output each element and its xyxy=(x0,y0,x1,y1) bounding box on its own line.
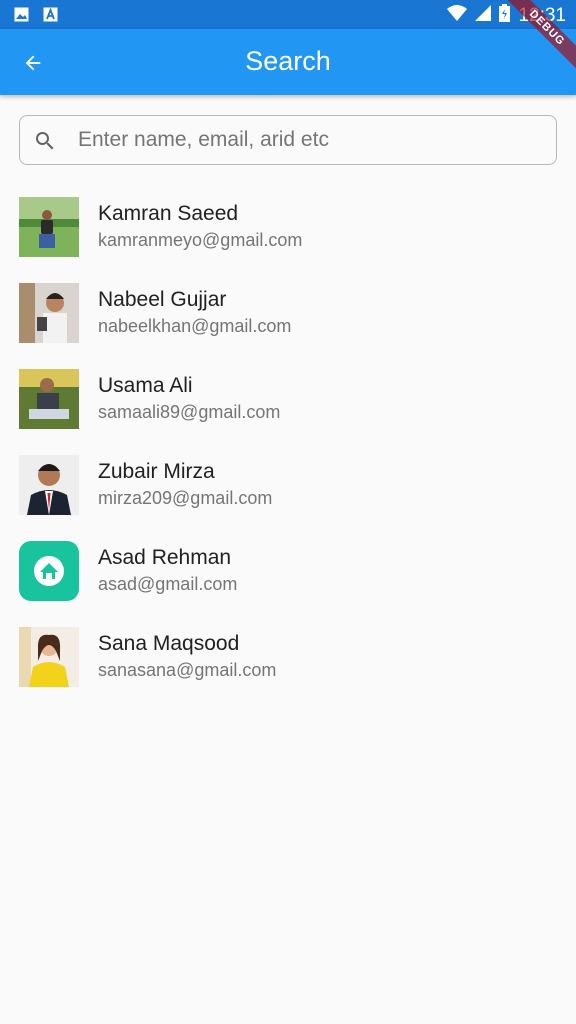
contact-list: Kamran Saeed kamranmeyo@gmail.com Nabeel… xyxy=(0,183,576,699)
list-item[interactable]: Sana Maqsood sanasana@gmail.com xyxy=(0,613,576,699)
avatar xyxy=(19,627,79,687)
contact-name: Usama Ali xyxy=(98,374,193,397)
battery-icon xyxy=(499,4,511,27)
list-item[interactable]: Nabeel Gujjar nabeelkhan@gmail.com xyxy=(0,269,576,355)
list-item[interactable]: Asad Rehman asad@gmail.com xyxy=(0,527,576,613)
contact-email: kamranmeyo@gmail.com xyxy=(98,230,303,250)
contact-email: mirza209@gmail.com xyxy=(98,488,273,508)
list-item[interactable]: Kamran Saeed kamranmeyo@gmail.com xyxy=(0,183,576,269)
text-icon xyxy=(43,7,58,27)
search-field[interactable] xyxy=(19,115,557,165)
contact-name: Nabeel Gujjar xyxy=(98,288,227,311)
page-title: Search xyxy=(245,46,331,76)
wifi-icon xyxy=(447,5,468,26)
avatar xyxy=(19,197,79,257)
list-item[interactable]: Zubair Mirza mirza209@gmail.com xyxy=(0,441,576,527)
contact-name: Sana Maqsood xyxy=(98,632,240,655)
status-time: 12:31 xyxy=(518,4,566,26)
avatar xyxy=(19,369,79,429)
contact-email: sanasana@gmail.com xyxy=(98,660,277,680)
signal-icon xyxy=(475,5,492,26)
app-logo xyxy=(19,541,79,601)
image-icon xyxy=(14,7,29,27)
contact-email: nabeelkhan@gmail.com xyxy=(98,316,292,336)
app-bar: Search xyxy=(0,29,576,95)
search-icon xyxy=(33,129,57,158)
avatar xyxy=(19,455,79,515)
search-input[interactable] xyxy=(78,124,538,156)
contact-name: Asad Rehman xyxy=(98,546,232,569)
avatar xyxy=(19,283,79,343)
list-item[interactable]: Usama Ali samaali89@gmail.com xyxy=(0,355,576,441)
home-icon xyxy=(19,541,79,601)
contact-email: samaali89@gmail.com xyxy=(98,402,281,422)
contact-name: Kamran Saeed xyxy=(98,202,239,225)
status-bar: 12:31 xyxy=(0,0,576,29)
contact-email: asad@gmail.com xyxy=(98,574,238,594)
contact-name: Zubair Mirza xyxy=(98,460,215,483)
